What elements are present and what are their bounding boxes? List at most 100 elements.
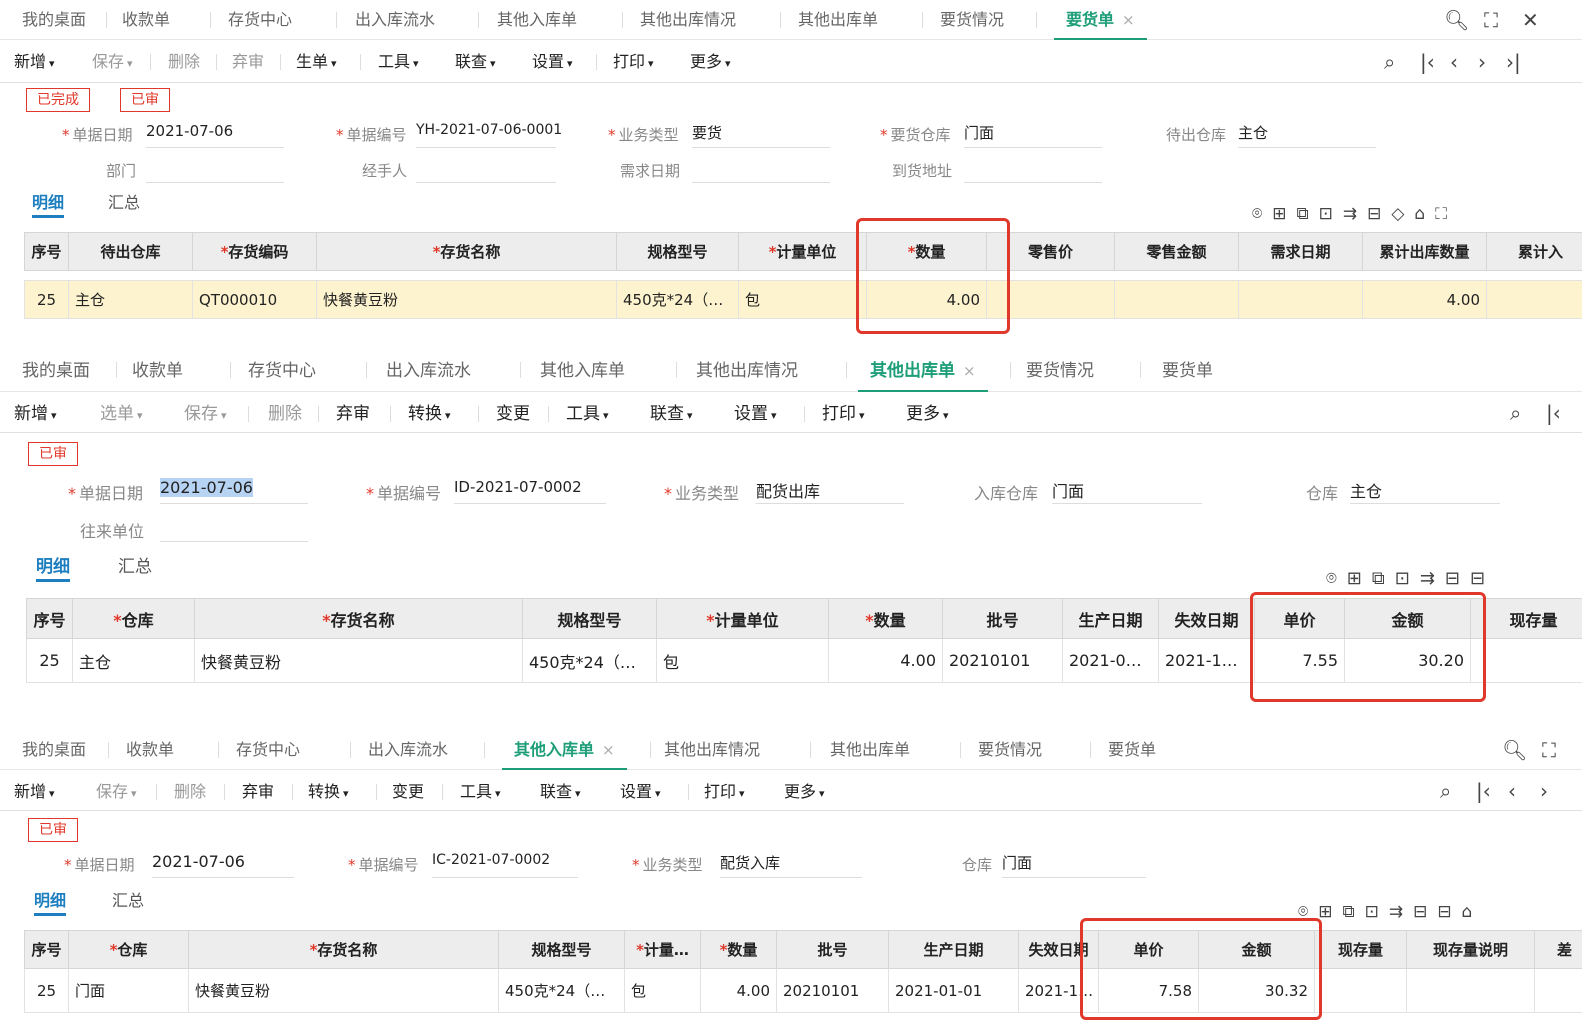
cell-warehouse[interactable]: 门面 — [68, 968, 189, 1013]
close-icon[interactable]: × — [602, 741, 615, 759]
tools-button[interactable]: 工具 ▾ — [460, 771, 501, 813]
cell-unit[interactable]: 包 — [656, 638, 829, 683]
search-doc-icon[interactable]: ⌕ — [1384, 50, 1395, 74]
col-price[interactable]: 单价 — [1254, 598, 1345, 639]
warehouse-field[interactable]: 主仓 — [1350, 478, 1500, 504]
cell-name[interactable]: 快餐黄豆粉 — [188, 968, 499, 1013]
col-retail-price[interactable]: 零售价 — [986, 232, 1115, 271]
col-stock-note[interactable]: 现存量说明 — [1406, 930, 1535, 969]
cell-warehouse[interactable]: 主仓 — [68, 280, 193, 319]
tab-requisition-status[interactable]: 要货情况 — [978, 730, 1042, 770]
search-doc-icon[interactable]: ⌕ — [1440, 779, 1451, 803]
tab-desktop[interactable]: 我的桌面 — [22, 0, 86, 40]
delete-button[interactable]: 删除 — [174, 771, 206, 813]
tab-other-outbound[interactable]: 其他出库单 — [830, 730, 910, 770]
table-row[interactable]: 25 门面 快餐黄豆粉 450克*24（… 包 4.00 20210101 20… — [24, 968, 1582, 1013]
dept-field[interactable] — [146, 157, 284, 183]
grid-tools-icons[interactable]: ⌾⊞⧉⊡⇉⊟⊟ — [1326, 568, 1495, 589]
tab-stock-flow[interactable]: 出入库流水 — [386, 350, 471, 392]
close-window-icon[interactable]: ✕ — [1522, 8, 1539, 32]
col-spec[interactable]: 规格型号 — [616, 232, 739, 271]
date-field[interactable]: 2021-07-06 — [152, 852, 294, 878]
cell-unit[interactable]: 包 — [738, 280, 867, 319]
search-doc-icon[interactable]: ⌕ — [1510, 401, 1521, 425]
tab-other-outbound[interactable]: 其他出库单 × — [858, 350, 988, 392]
cell-batch[interactable]: 20210101 — [942, 638, 1063, 683]
grid-tools-icons[interactable]: ⌾⊞⧉⊡⇉⊟◇⌂⛶ — [1252, 204, 1457, 224]
next-record-icon[interactable]: › — [1540, 779, 1548, 803]
subtab-summary[interactable]: 汇总 — [112, 886, 144, 916]
cell-exp-date[interactable]: 2021-1… — [1158, 638, 1255, 683]
col-prod-date[interactable]: 生产日期 — [888, 930, 1019, 969]
col-amount[interactable]: 金额 — [1344, 598, 1471, 639]
col-cum-out-qty[interactable]: 累计出库数量 — [1362, 232, 1487, 271]
unaudit-button[interactable]: 弃审 — [232, 41, 264, 83]
col-qty[interactable]: *数量 — [866, 232, 987, 271]
tab-inventory-center[interactable]: 存货中心 — [228, 0, 292, 40]
change-button[interactable]: 变更 — [496, 393, 530, 435]
cell-prod-date[interactable]: 2021-0… — [1062, 638, 1159, 683]
out-warehouse-field[interactable]: 主仓 — [1238, 122, 1376, 148]
col-unit[interactable]: *计量单位 — [738, 232, 867, 271]
col-qty[interactable]: *数量 — [828, 598, 943, 639]
cell-warehouse[interactable]: 主仓 — [72, 638, 195, 683]
save-button[interactable]: 保存 ▾ — [96, 771, 137, 813]
col-retail-amount[interactable]: 零售金额 — [1114, 232, 1239, 271]
fullscreen-icon[interactable]: ⛶ — [1542, 738, 1556, 762]
col-warehouse[interactable]: *仓库 — [72, 598, 195, 639]
more-button[interactable]: 更多 ▾ — [690, 41, 731, 83]
search-icon[interactable]: 🔍︎ — [1444, 8, 1469, 32]
date-field[interactable]: 2021-07-06 — [160, 478, 308, 504]
grid-tools-icons[interactable]: ⌾⊞⧉⊡⇉⊟⊟⌂ — [1298, 902, 1482, 922]
cell-exp-date[interactable]: 2021-1… — [1018, 968, 1099, 1013]
cell-amount[interactable]: 30.20 — [1344, 638, 1471, 683]
col-batch[interactable]: 批号 — [942, 598, 1063, 639]
biz-type-field[interactable]: 要货 — [692, 122, 830, 148]
cell-batch[interactable]: 20210101 — [776, 968, 889, 1013]
warehouse-field[interactable]: 门面 — [1002, 852, 1146, 878]
cell-code[interactable]: QT000010 — [192, 280, 317, 319]
first-record-icon[interactable]: |‹ — [1420, 50, 1435, 74]
close-icon[interactable]: × — [963, 362, 976, 380]
fullscreen-icon[interactable]: ⛶ — [1484, 8, 1498, 32]
delete-button[interactable]: 删除 — [268, 393, 302, 435]
tab-other-inbound[interactable]: 其他入库单 — [497, 0, 577, 40]
tab-inventory-center[interactable]: 存货中心 — [236, 730, 300, 770]
cell-qty[interactable]: 4.00 — [828, 638, 943, 683]
col-amount[interactable]: 金额 — [1198, 930, 1315, 969]
tab-receipt[interactable]: 收款单 — [132, 350, 183, 392]
col-name[interactable]: *存货名称 — [188, 930, 499, 969]
cell-retail-amount[interactable] — [1114, 280, 1239, 319]
partner-field[interactable] — [160, 516, 308, 542]
col-qty[interactable]: *数量 — [700, 930, 777, 969]
convert-button[interactable]: 转换 ▾ — [308, 771, 349, 813]
new-button[interactable]: 新增 ▾ — [14, 41, 55, 83]
col-name[interactable]: *存货名称 — [316, 232, 617, 271]
print-button[interactable]: 打印 ▾ — [704, 771, 745, 813]
tab-requisition[interactable]: 要货单 × — [1054, 0, 1147, 40]
tab-desktop[interactable]: 我的桌面 — [22, 350, 90, 392]
convert-button[interactable]: 转换 ▾ — [408, 393, 451, 435]
col-name[interactable]: *存货名称 — [194, 598, 523, 639]
col-exp-date[interactable]: 失效日期 — [1018, 930, 1099, 969]
need-date-field[interactable] — [692, 157, 830, 183]
col-diff[interactable]: 差 — [1534, 930, 1582, 969]
tools-button[interactable]: 工具 ▾ — [566, 393, 609, 435]
new-button[interactable]: 新增 ▾ — [14, 393, 57, 435]
print-button[interactable]: 打印 ▾ — [822, 393, 865, 435]
col-spec[interactable]: 规格型号 — [522, 598, 657, 639]
tab-requisition-status[interactable]: 要货情况 — [1026, 350, 1094, 392]
cell-spec[interactable]: 450克*24（… — [616, 280, 739, 319]
first-record-icon[interactable]: |‹ — [1476, 779, 1491, 803]
col-warehouse[interactable]: *仓库 — [68, 930, 189, 969]
more-button[interactable]: 更多 ▾ — [906, 393, 949, 435]
cell-qty[interactable]: 4.00 — [700, 968, 777, 1013]
prev-record-icon[interactable]: ‹ — [1450, 50, 1458, 74]
handler-field[interactable] — [416, 157, 556, 183]
cell-name[interactable]: 快餐黄豆粉 — [316, 280, 617, 319]
close-icon[interactable]: × — [1122, 11, 1135, 29]
col-need-date[interactable]: 需求日期 — [1238, 232, 1363, 271]
delete-button[interactable]: 删除 — [168, 41, 200, 83]
new-button[interactable]: 新增 ▾ — [14, 771, 55, 813]
cell-prod-date[interactable]: 2021-01-01 — [888, 968, 1019, 1013]
